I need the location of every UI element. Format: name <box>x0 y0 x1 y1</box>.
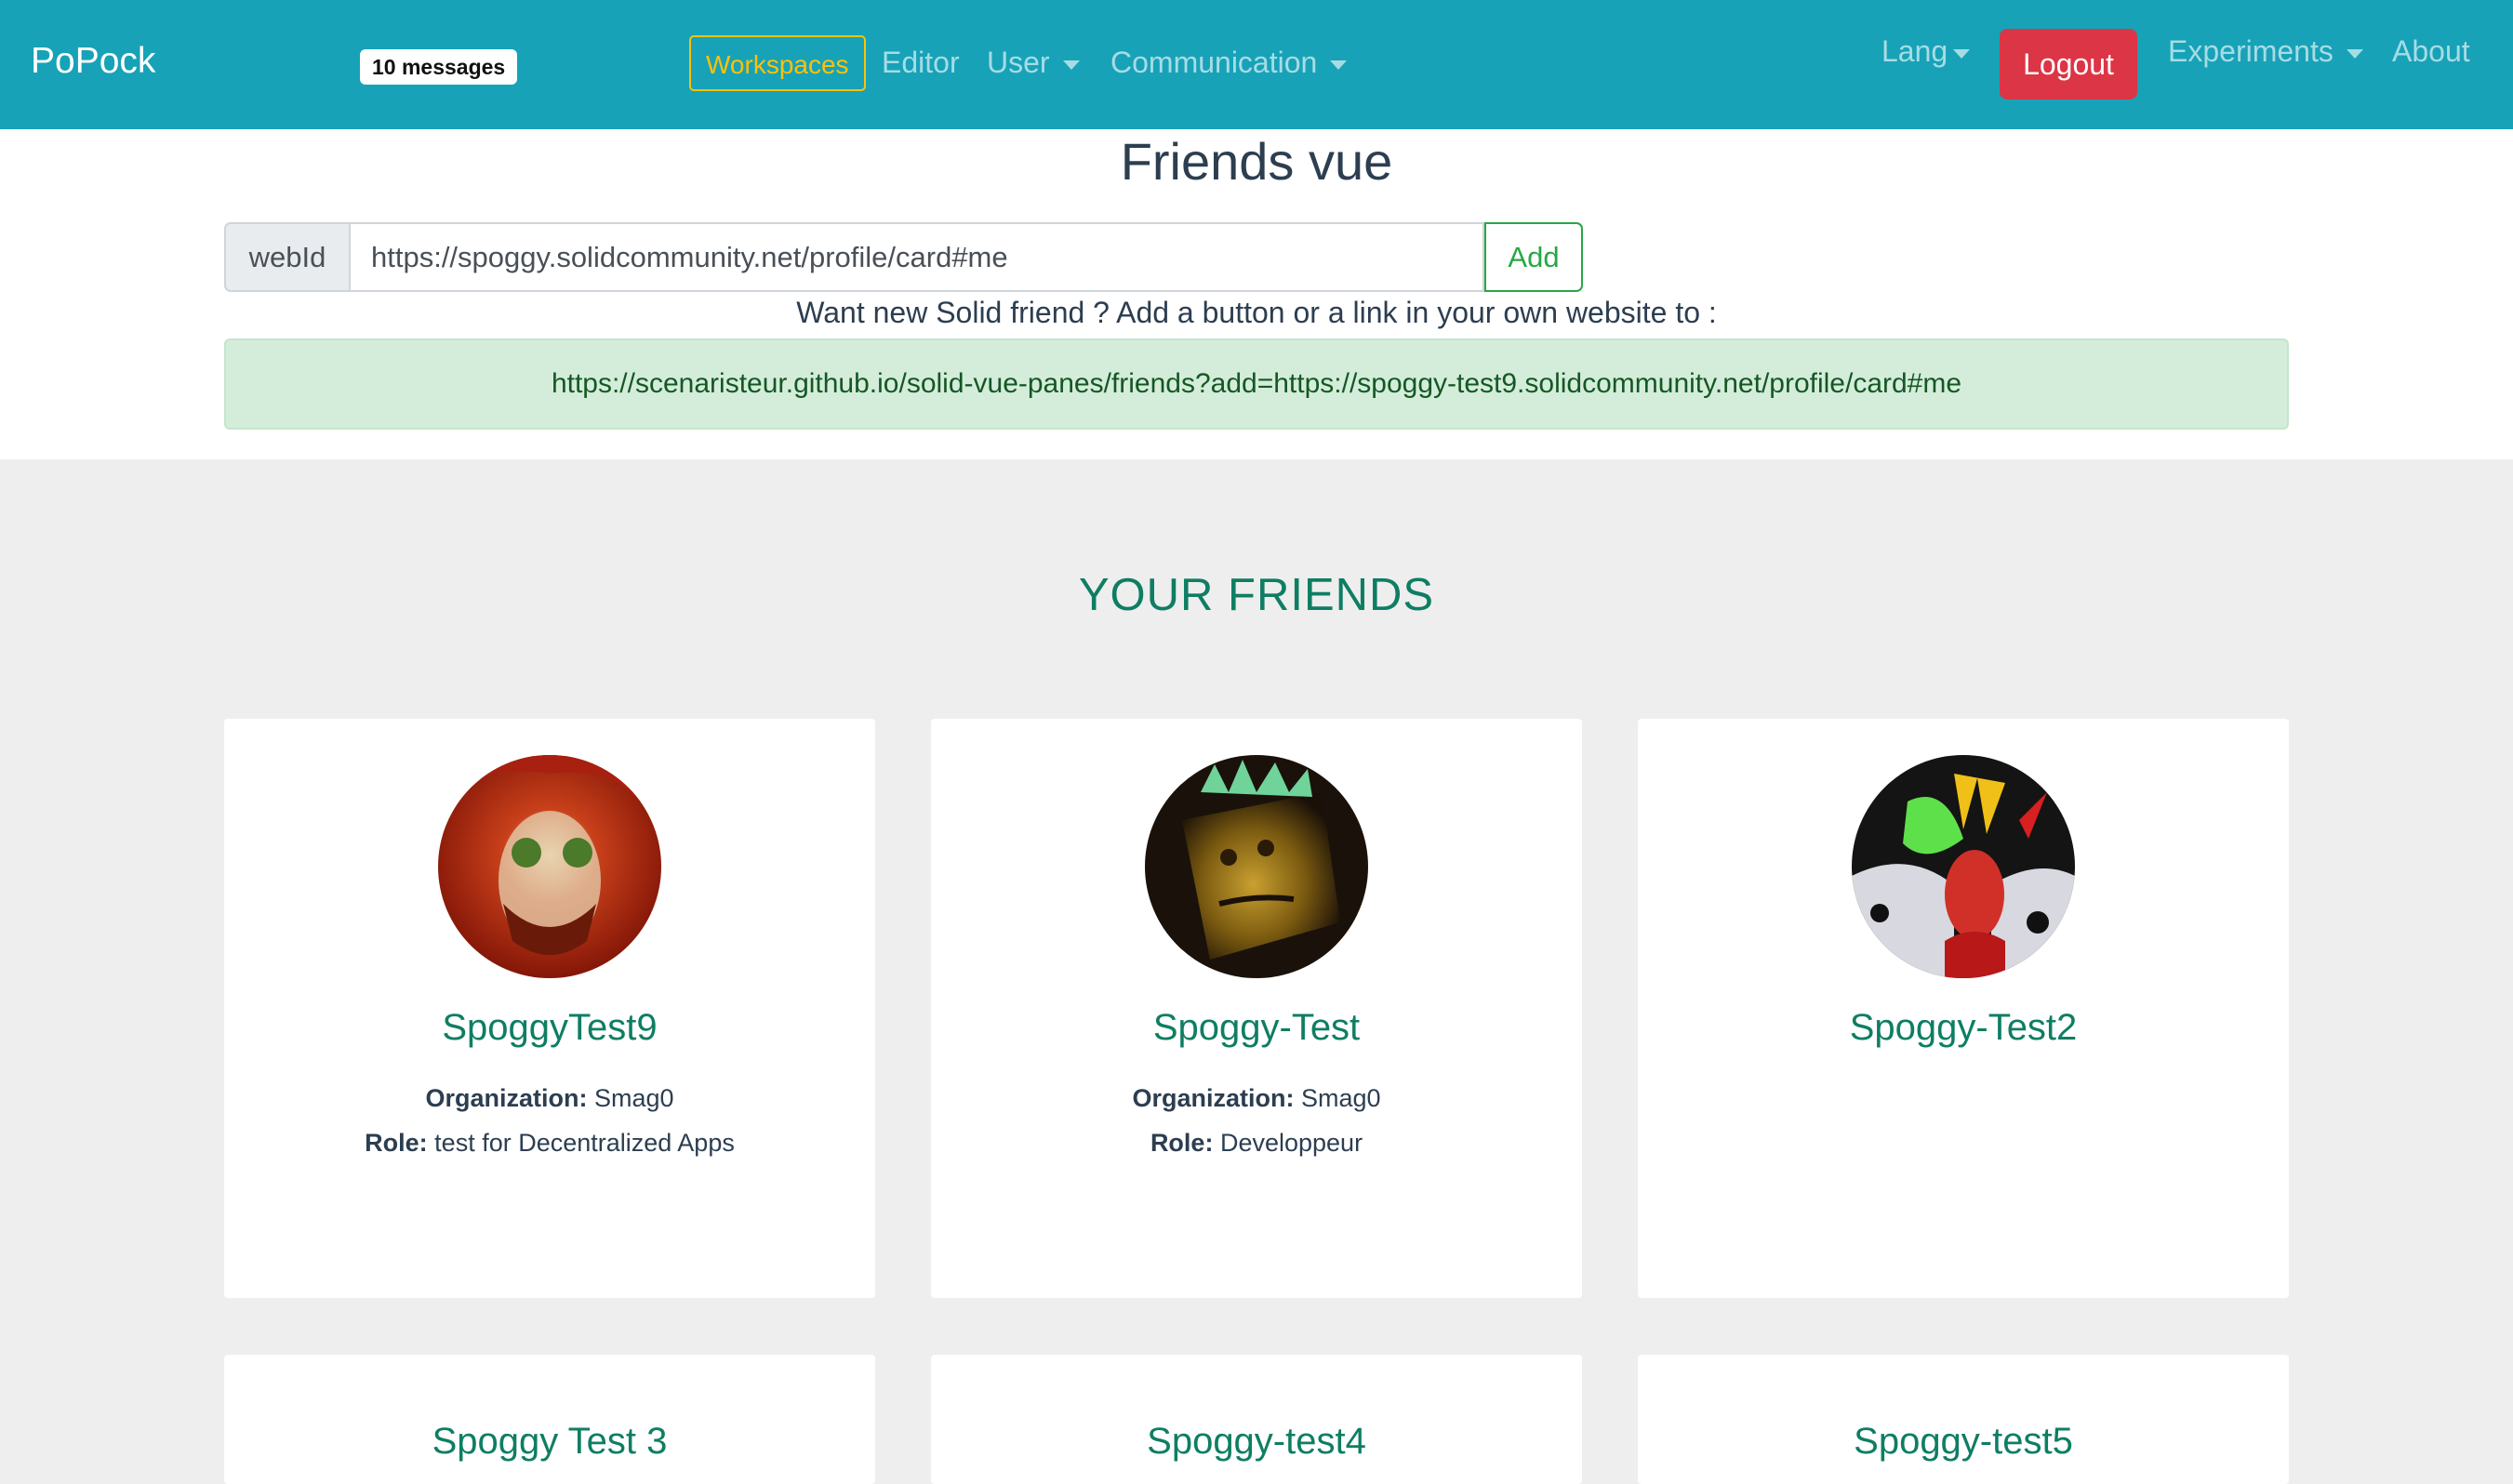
friend-organization: Organization: Smag0 <box>224 1084 875 1113</box>
avatar <box>1145 755 1368 978</box>
nav-user-label: User <box>987 46 1050 79</box>
chevron-down-icon <box>1330 60 1348 70</box>
page-title: Friends vue <box>1120 132 1393 191</box>
friend-card[interactable]: Spoggy-test4 <box>931 1355 1582 1484</box>
friend-card[interactable]: Spoggy-Test Organization: Smag0 Role: De… <box>931 719 1582 1298</box>
brand-logo[interactable]: PoPock <box>31 41 155 82</box>
role-label: Role: <box>365 1129 428 1157</box>
chevron-down-icon <box>1953 48 1971 59</box>
nav-lang-dropdown[interactable]: Lang <box>1881 34 1971 69</box>
friend-name[interactable]: Spoggy-Test2 <box>1638 1007 2289 1049</box>
nav-communication-label: Communication <box>1110 46 1318 79</box>
webid-input[interactable] <box>349 222 1484 292</box>
webid-input-group: webId Add <box>224 222 2289 292</box>
chevron-down-icon <box>2346 48 2363 59</box>
role-value: Developpeur <box>1219 1129 1363 1157</box>
share-link-alert[interactable]: https://scenaristeur.github.io/solid-vue… <box>224 338 2289 430</box>
organization-value: Smag0 <box>593 1084 674 1112</box>
friend-card[interactable]: Spoggy-test5 <box>1638 1355 2289 1484</box>
messages-badge[interactable]: 10 messages <box>360 49 518 85</box>
friend-name[interactable]: Spoggy-Test <box>931 1007 1582 1049</box>
friend-name[interactable]: Spoggy Test 3 <box>224 1421 875 1463</box>
friend-role: Role: test for Decentralized Apps <box>224 1129 875 1158</box>
webid-label: webId <box>224 222 349 292</box>
friend-card[interactable]: Spoggy Test 3 <box>224 1355 875 1484</box>
logout-button[interactable]: Logout <box>2000 29 2137 99</box>
organization-value: Smag0 <box>1300 1084 1381 1112</box>
friend-card[interactable]: SpoggyTest9 Organization: Smag0 Role: te… <box>224 719 875 1298</box>
top-navbar: PoPock 10 messages Workspaces Editor Use… <box>0 0 2513 129</box>
friend-name[interactable]: Spoggy-test4 <box>931 1421 1582 1463</box>
nav-editor-link[interactable]: Editor <box>882 46 960 80</box>
add-friend-button[interactable]: Add <box>1484 222 1583 292</box>
nav-experiments-dropdown[interactable]: Experiments <box>2168 34 2363 69</box>
nav-workspaces-button[interactable]: Workspaces <box>689 35 866 91</box>
friend-role: Role: Developpeur <box>931 1129 1582 1158</box>
friend-name[interactable]: SpoggyTest9 <box>224 1007 875 1049</box>
role-label: Role: <box>1150 1129 1214 1157</box>
avatar <box>1852 755 2075 978</box>
nav-communication-dropdown[interactable]: Communication <box>1110 46 1348 80</box>
nav-user-dropdown[interactable]: User <box>987 46 1080 80</box>
nav-lang-label: Lang <box>1881 34 1948 68</box>
invite-hint-text: Want new Solid friend ? Add a button or … <box>796 296 1717 329</box>
friend-card[interactable]: Spoggy-Test2 <box>1638 719 2289 1298</box>
friend-name[interactable]: Spoggy-test5 <box>1638 1421 2289 1463</box>
nav-about-link[interactable]: About <box>2392 34 2470 69</box>
organization-label: Organization: <box>1132 1084 1295 1112</box>
organization-label: Organization: <box>425 1084 588 1112</box>
friend-organization: Organization: Smag0 <box>931 1084 1582 1113</box>
avatar <box>438 755 661 978</box>
nav-experiments-label: Experiments <box>2168 34 2334 68</box>
role-value: test for Decentralized Apps <box>434 1129 735 1157</box>
friends-heading: YOUR FRIENDS <box>1078 570 1435 620</box>
chevron-down-icon <box>1062 60 1080 70</box>
